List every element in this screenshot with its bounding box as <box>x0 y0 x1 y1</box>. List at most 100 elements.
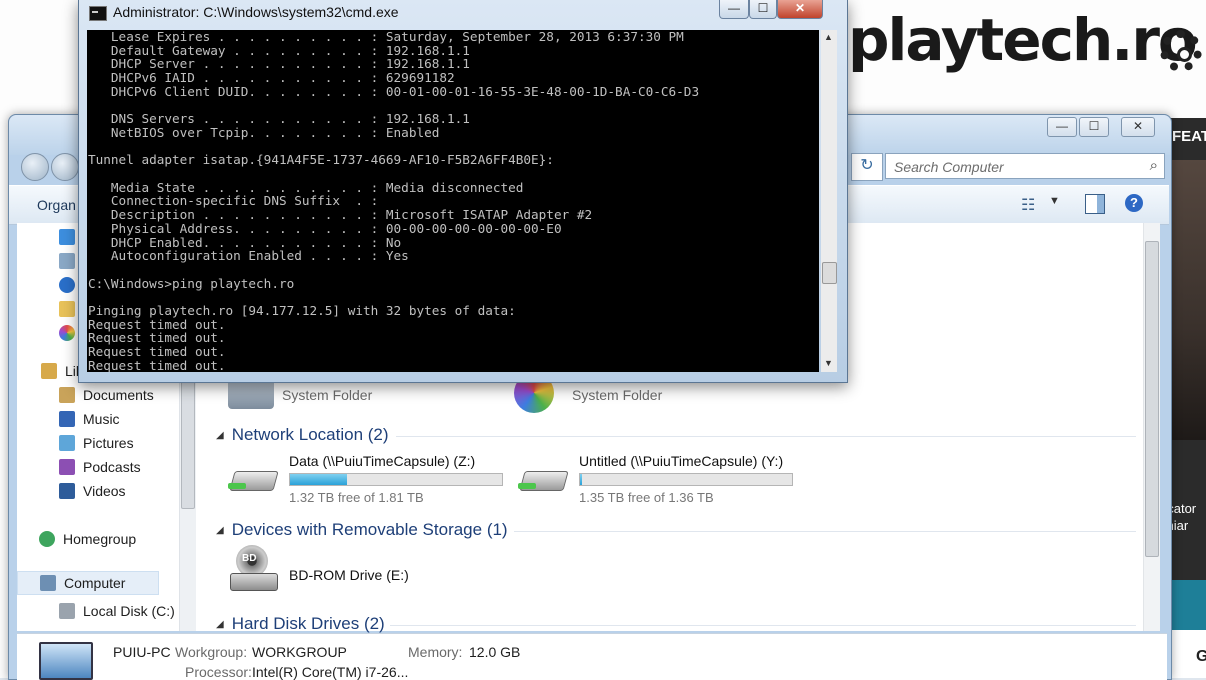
nav-item-local-disk[interactable]: Local Disk (C:) <box>59 603 175 619</box>
refresh-icon[interactable]: ↻ <box>851 153 883 181</box>
drive-usage-fill <box>290 474 348 485</box>
drive-led <box>518 483 536 489</box>
cmd-icon[interactable] <box>89 6 107 21</box>
cmd-title[interactable]: Administrator: C:\Windows\system32\cmd.e… <box>113 4 399 20</box>
chevron-down-icon[interactable]: ▼ <box>1049 195 1060 207</box>
nav-label: Local Disk (C:) <box>83 603 175 619</box>
collapse-arrow-icon[interactable]: ◢ <box>216 430 224 441</box>
gear-icon <box>1160 30 1202 72</box>
cmd-scrollbar[interactable] <box>821 30 837 372</box>
nav-label: Music <box>83 411 120 427</box>
network-drive-icon[interactable] <box>518 459 569 493</box>
bd-badge: BD <box>242 553 257 564</box>
organize-menu[interactable]: Organ <box>37 197 76 213</box>
nav-label: Computer <box>64 575 126 591</box>
nav-label: Videos <box>83 483 126 499</box>
workgroup-label: Workgroup: <box>175 644 248 660</box>
drive-tray <box>230 573 278 591</box>
explorer-maximize-button[interactable]: ☐ <box>1079 117 1109 137</box>
group-label: Network Location (2) <box>231 425 389 444</box>
console-output-area[interactable]: Lease Expires . . . . . . . . . . : Satu… <box>87 30 819 372</box>
help-icon[interactable]: ? <box>1125 194 1143 212</box>
search-icon[interactable]: ⌕ <box>1150 157 1158 174</box>
local-disk-icon <box>59 603 75 619</box>
computer-icon <box>39 642 93 680</box>
network-drive-name[interactable]: Untitled (\\PuiuTimeCapsule) (Y:) <box>579 453 783 469</box>
recent-places-icon <box>59 253 75 269</box>
nav-item-homegroup[interactable]: Homegroup <box>39 531 136 547</box>
nav-scrollbar-thumb[interactable] <box>181 379 195 509</box>
collapse-arrow-icon[interactable]: ◢ <box>216 525 224 536</box>
group-label: Devices with Removable Storage (1) <box>231 520 508 539</box>
memory-value: 12.0 GB <box>469 644 521 660</box>
site-banner <box>1168 580 1206 630</box>
cmd-close-button[interactable]: ✕ <box>777 0 823 19</box>
skydrive-icon <box>59 277 75 293</box>
nav-item-documents[interactable]: Documents <box>59 387 154 403</box>
pc-name: PUIU-PC <box>113 644 171 660</box>
workgroup-value: WORKGROUP <box>252 644 347 660</box>
search-input[interactable]: Search Computer ⌕ <box>885 153 1165 179</box>
group-divider <box>514 531 1136 532</box>
libraries-icon <box>41 363 57 379</box>
podcasts-icon <box>59 459 75 475</box>
content-scrollbar-thumb[interactable] <box>1145 241 1159 557</box>
scroll-down-icon[interactable]: ▼ <box>824 358 833 368</box>
explorer-close-button[interactable]: ✕ <box>1121 117 1155 137</box>
homegroup-icon <box>39 531 55 547</box>
drive-free-space: 1.35 TB free of 1.36 TB <box>579 490 714 505</box>
nav-item-pictures[interactable]: Pictures <box>59 435 134 451</box>
group-removable-storage[interactable]: ◢ Devices with Removable Storage (1) <box>216 520 508 540</box>
collapse-arrow-icon[interactable]: ◢ <box>216 619 224 630</box>
nav-item-podcasts[interactable]: Podcasts <box>59 459 141 475</box>
bd-rom-drive-icon[interactable]: BD <box>230 545 278 593</box>
nav-label: Documents <box>83 387 154 403</box>
pictures-icon <box>59 435 75 451</box>
scroll-up-icon[interactable]: ▲ <box>824 32 833 42</box>
folder-icon <box>59 301 75 317</box>
explorer-minimize-button[interactable]: — <box>1047 117 1077 137</box>
site-corner-text: G <box>1196 648 1206 665</box>
cmd-scrollbar-thumb[interactable] <box>822 262 837 284</box>
nav-label: Homegroup <box>63 531 137 547</box>
nav-item-music[interactable]: Music <box>59 411 120 427</box>
change-view-icon[interactable]: ☷ <box>1021 195 1035 215</box>
details-pane: PUIU-PC Workgroup: WORKGROUP Memory: 12.… <box>17 633 1167 680</box>
group-hard-disk-drives[interactable]: ◢ Hard Disk Drives (2) <box>216 614 385 634</box>
system-folder-sub: System Folder <box>572 387 663 403</box>
dropbox-icon <box>59 229 75 245</box>
group-divider <box>396 436 1136 437</box>
preview-pane-icon[interactable] <box>1085 194 1105 214</box>
cmd-window: Administrator: C:\Windows\system32\cmd.e… <box>78 0 848 383</box>
group-divider <box>390 625 1136 626</box>
group-network-location[interactable]: ◢ Network Location (2) <box>216 425 389 445</box>
network-drive-name[interactable]: Data (\\PuiuTimeCapsule) (Z:) <box>289 453 475 469</box>
documents-icon <box>59 387 75 403</box>
drive-usage-fill <box>580 474 583 485</box>
nav-label: Pictures <box>83 435 134 451</box>
drive-usage-bar <box>579 473 793 486</box>
group-label: Hard Disk Drives (2) <box>231 614 385 633</box>
nav-label: Podcasts <box>83 459 141 475</box>
search-placeholder: Search Computer <box>894 159 1004 175</box>
drive-free-space: 1.32 TB free of 1.81 TB <box>289 490 424 505</box>
picasa-icon <box>59 325 75 341</box>
cmd-maximize-button[interactable]: ☐ <box>749 0 777 19</box>
featured-heading: FEAT <box>1172 128 1206 145</box>
forward-button[interactable] <box>51 153 79 181</box>
nav-item-videos[interactable]: Videos <box>59 483 126 499</box>
music-icon <box>59 411 75 427</box>
back-button[interactable] <box>21 153 49 181</box>
videos-icon <box>59 483 75 499</box>
computer-icon <box>40 575 56 591</box>
nav-item-computer[interactable]: Computer <box>17 571 159 595</box>
featured-photo[interactable] <box>1168 160 1206 440</box>
drive-led <box>228 483 246 489</box>
site-logo[interactable]: playtech.ro <box>848 6 1198 74</box>
removable-drive-name[interactable]: BD-ROM Drive (E:) <box>289 567 409 583</box>
cmd-minimize-button[interactable]: — <box>719 0 749 19</box>
console-output: Lease Expires . . . . . . . . . . : Satu… <box>88 30 700 372</box>
memory-label: Memory: <box>408 644 463 660</box>
system-folder-sub: System Folder <box>282 387 373 403</box>
network-drive-icon[interactable] <box>228 459 279 493</box>
